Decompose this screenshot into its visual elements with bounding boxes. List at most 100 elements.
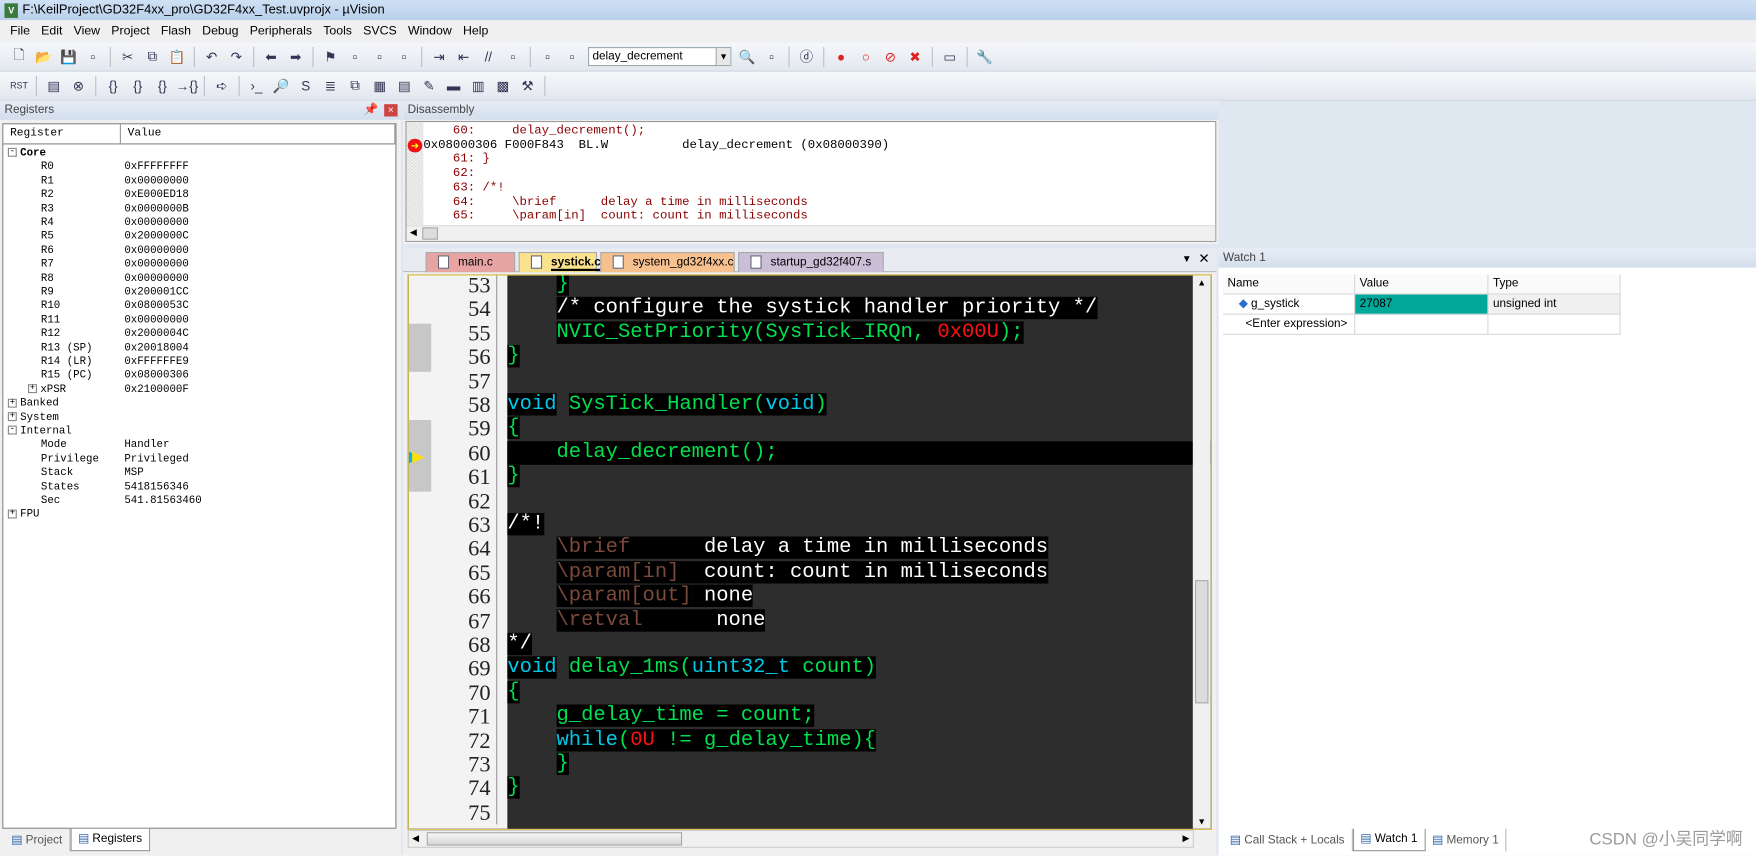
code-line[interactable]: } xyxy=(507,752,569,777)
register-value[interactable]: 0x200001CC xyxy=(124,286,188,300)
uncomment-icon[interactable]: ▫ xyxy=(503,46,523,66)
menu-peripherals[interactable]: Peripherals xyxy=(244,25,318,38)
tab-startup-gd32f407-s[interactable]: startup_gd32f407.s xyxy=(738,252,884,273)
code-line[interactable]: void delay_1ms(uint32_t count) xyxy=(507,656,877,681)
register-value[interactable]: 0x00000000 xyxy=(124,244,188,258)
collapse-icon[interactable]: - xyxy=(7,148,17,158)
column-header-type[interactable]: Type xyxy=(1488,274,1621,295)
analysis-window-icon[interactable]: ▬ xyxy=(444,76,464,96)
code-line[interactable]: } xyxy=(507,345,520,369)
register-value[interactable]: MSP xyxy=(124,466,143,480)
tab-call-stack-locals[interactable]: ▤ Call Stack + Locals xyxy=(1223,828,1353,852)
scroll-thumb[interactable] xyxy=(1195,580,1209,704)
enter-expression-input[interactable]: <Enter expression> xyxy=(1223,314,1356,335)
disassembly-source-line[interactable]: 63: /*! xyxy=(423,181,505,195)
step-over-icon[interactable]: {} xyxy=(128,76,148,96)
disassembly-view[interactable]: 60: delay_decrement(); 0x08000306 F000F84… xyxy=(405,120,1217,242)
nav-forward-icon[interactable]: ➡ xyxy=(286,46,306,66)
memory-window-icon[interactable]: ▤ xyxy=(394,76,414,96)
comment-icon[interactable]: // xyxy=(478,46,498,66)
redo-icon[interactable]: ↷ xyxy=(226,46,246,66)
debug-session-icon[interactable]: ⓓ xyxy=(796,46,816,66)
bookmark-icon[interactable]: ⚑ xyxy=(320,46,340,66)
close-icon[interactable]: × xyxy=(384,104,398,117)
code-line[interactable]: /*! xyxy=(507,512,545,537)
register-value[interactable]: 0xFFFFFFFF xyxy=(124,161,188,175)
bookmark-next-icon[interactable]: ▫ xyxy=(370,46,390,66)
find-in-files-icon[interactable]: ▫ xyxy=(538,46,558,66)
scroll-up-arrow-icon[interactable]: ▲ xyxy=(1197,278,1206,288)
register-value[interactable]: 0x08000306 xyxy=(124,369,188,383)
code-line[interactable]: \brief delay a time in milliseconds xyxy=(507,536,1049,561)
menu-svcs[interactable]: SVCS xyxy=(358,25,403,38)
run-to-cursor-icon[interactable]: →{} xyxy=(176,76,198,96)
breakpoint-disable-icon[interactable]: ⊘ xyxy=(880,46,900,66)
menu-help[interactable]: Help xyxy=(457,25,494,38)
expand-icon[interactable]: + xyxy=(28,384,37,394)
bookmark-clear-icon[interactable]: ▫ xyxy=(394,46,414,66)
editor-vscrollbar[interactable]: ▲ ▼ xyxy=(1192,275,1211,829)
find-in-files-icon[interactable]: ▫ xyxy=(562,46,582,66)
disassembly-hscrollbar[interactable]: ◀ xyxy=(406,225,1216,241)
expand-icon[interactable]: + xyxy=(7,412,17,422)
register-row[interactable]: + Banked xyxy=(7,397,59,411)
tab-system-gd32f4xx-c[interactable]: system_gd32f4xx.c xyxy=(600,252,735,273)
register-value[interactable]: 0x00000000 xyxy=(124,174,188,188)
code-line[interactable]: while(0U != g_delay_time){ xyxy=(507,728,877,753)
expand-icon[interactable]: + xyxy=(7,509,17,519)
stop-icon[interactable]: ⊗ xyxy=(68,76,88,96)
tab-list-dropdown-icon[interactable]: ▼ xyxy=(1182,253,1192,264)
register-value[interactable]: 0xE000ED18 xyxy=(124,188,188,202)
menu-debug[interactable]: Debug xyxy=(197,25,245,38)
code-editor[interactable]: ▶ 53 54 55 56 57 58 59 60 61 62 63 64 65 66 67 68 69 70 71… xyxy=(407,274,1212,830)
tab-main-c[interactable]: main.c xyxy=(425,252,516,273)
code-line[interactable]: } xyxy=(507,275,569,298)
code-line[interactable]: NVIC_SetPriority(SysTick_IRQn, 0x00U); xyxy=(507,321,1024,345)
code-line[interactable]: */ xyxy=(507,632,532,657)
cut-icon[interactable]: ✂ xyxy=(118,46,138,66)
paste-icon[interactable]: 📋 xyxy=(167,46,187,66)
register-row[interactable]: + System xyxy=(7,411,59,425)
register-row[interactable]: + FPU xyxy=(7,508,40,522)
register-value[interactable]: 0x2000004C xyxy=(124,327,188,341)
disassembly-source-line[interactable]: 64: \brief delay a time in milliseconds xyxy=(423,195,808,209)
tab-registers[interactable]: ▤ Registers xyxy=(70,828,150,852)
watch-row[interactable]: ◆ g_systick 27087 unsigned int xyxy=(1223,294,1621,315)
column-header-value[interactable]: Value xyxy=(1355,274,1489,295)
pin-icon[interactable]: 📌 xyxy=(364,101,379,120)
scroll-down-arrow-icon[interactable]: ▼ xyxy=(1197,816,1206,826)
open-icon[interactable]: 📂 xyxy=(34,46,54,66)
undo-icon[interactable]: ↶ xyxy=(202,46,222,66)
code-line[interactable]: { xyxy=(507,417,520,441)
register-row[interactable]: + xPSR xyxy=(28,383,66,397)
code-line[interactable]: \param[out] none xyxy=(507,584,754,609)
register-value[interactable]: Handler xyxy=(124,438,169,452)
register-row[interactable]: - Core xyxy=(7,147,46,161)
bookmark-prev-icon[interactable]: ▫ xyxy=(345,46,365,66)
breakpoint-kill-icon[interactable]: ✖ xyxy=(905,46,925,66)
new-file-icon[interactable]: 🗋 xyxy=(9,46,29,66)
menu-window[interactable]: Window xyxy=(402,25,457,38)
register-value[interactable]: 0x20018004 xyxy=(124,341,188,355)
close-editor-icon[interactable]: ✕ xyxy=(1198,251,1209,267)
nav-back-icon[interactable]: ⬅ xyxy=(261,46,281,66)
register-row[interactable]: - Internal xyxy=(7,424,72,438)
column-header-name[interactable]: Name xyxy=(1223,274,1356,295)
symbols-window-icon[interactable]: S xyxy=(296,76,316,96)
register-value[interactable]: 0x0800053C xyxy=(124,299,188,313)
watch-window-icon[interactable]: ▦ xyxy=(370,76,390,96)
reset-icon[interactable]: RST xyxy=(9,76,29,96)
toolbox-icon[interactable]: ⚒ xyxy=(517,76,537,96)
run-icon[interactable]: ▤ xyxy=(44,76,64,96)
window-layout-icon[interactable]: ▭ xyxy=(940,46,960,66)
system-viewer-icon[interactable]: ▩ xyxy=(493,76,513,96)
scroll-thumb[interactable] xyxy=(426,832,683,846)
step-out-icon[interactable]: {} xyxy=(152,76,172,96)
disassembly-source-line[interactable]: 65: \param[in] count: count in milliseco… xyxy=(423,210,808,224)
watch-value[interactable]: 27087 xyxy=(1355,294,1489,315)
scroll-left-arrow-icon[interactable]: ◀ xyxy=(412,833,419,843)
chevron-down-icon[interactable]: ▼ xyxy=(715,48,731,65)
disassembly-source-line[interactable]: 62: xyxy=(423,167,482,181)
save-all-icon[interactable]: ▫ xyxy=(83,46,103,66)
register-value[interactable]: 5418156346 xyxy=(124,480,188,494)
